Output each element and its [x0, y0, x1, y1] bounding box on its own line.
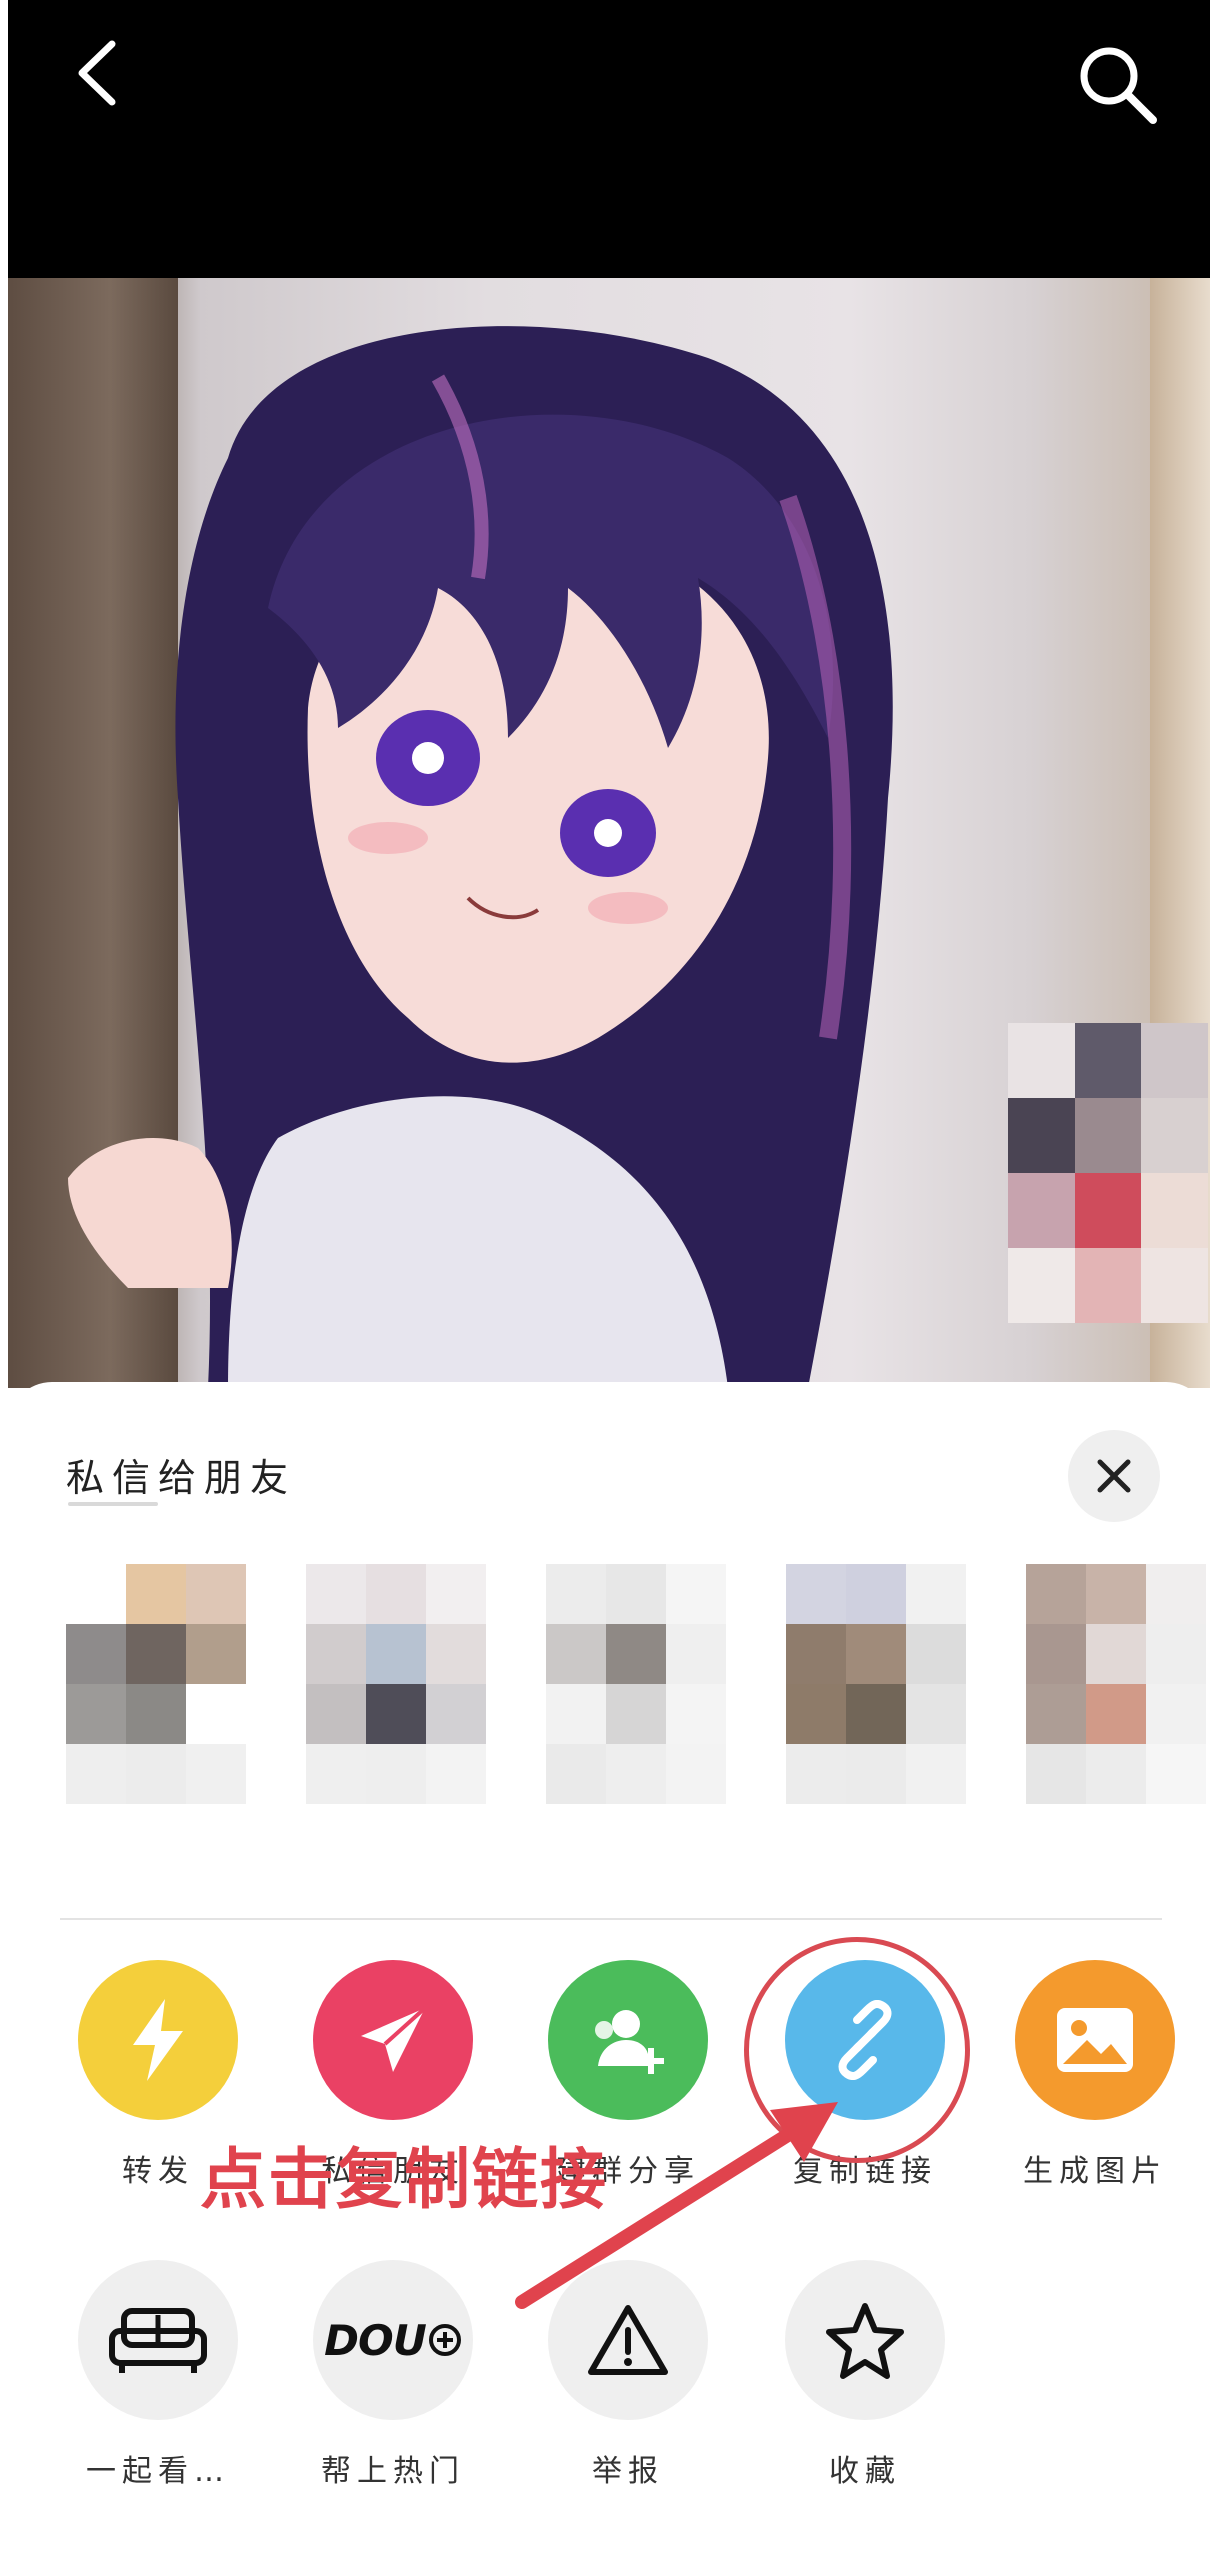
divider [60, 1918, 1162, 1920]
friend-avatar[interactable] [1026, 1564, 1206, 1804]
dou-plus-button[interactable]: DOU [313, 2260, 473, 2420]
friends-row [66, 1564, 1210, 1804]
friend-avatar[interactable] [66, 1564, 246, 1804]
dou-plus-icon: DOU [324, 2315, 427, 2365]
back-button[interactable] [68, 38, 128, 108]
action-label: 收藏 [829, 2454, 901, 2489]
action-label: 一起看… [86, 2454, 230, 2489]
action-generate-image[interactable]: 生成图片 [990, 1960, 1200, 2190]
send-icon [361, 2006, 427, 2072]
share-sheet: 私信给朋友 转发 私信朋友 建群分享 复制链接 生成图片 一起看… DOU 帮上… [8, 1382, 1210, 2560]
action-label: 帮上热门 [321, 2454, 465, 2489]
watch-together-button[interactable] [78, 2260, 238, 2420]
annotation-text: 点击复制链接 [200, 2141, 608, 2218]
action-watch-together[interactable]: 一起看… [53, 2260, 263, 2490]
plus-circle-icon [428, 2324, 461, 2356]
sofa-icon [109, 2308, 207, 2373]
lightning-icon [133, 1999, 183, 2081]
search-icon [1080, 47, 1157, 124]
action-label: 生成图片 [1023, 2154, 1167, 2189]
friend-avatar[interactable] [546, 1564, 726, 1804]
friend-avatar[interactable] [306, 1564, 486, 1804]
search-button[interactable] [1073, 40, 1163, 130]
friend-avatar[interactable] [786, 1564, 966, 1804]
action-dou-plus[interactable]: DOU 帮上热门 [288, 2260, 498, 2490]
title-underline [68, 1502, 158, 1506]
sheet-title: 私信给朋友 [66, 1456, 297, 1500]
forward-button[interactable] [78, 1960, 238, 2120]
image-icon [1057, 2008, 1133, 2072]
chevron-left-icon [78, 40, 116, 106]
post-image[interactable] [8, 278, 1210, 1388]
generate-image-button[interactable] [1015, 1960, 1175, 2120]
close-button[interactable] [1068, 1430, 1160, 1522]
close-icon [1097, 1459, 1131, 1493]
top-bar [8, 0, 1210, 280]
private-message-button[interactable] [313, 1960, 473, 2120]
action-label: 举报 [592, 2454, 664, 2489]
blurred-region [1008, 1023, 1208, 1323]
add-group-icon [595, 2010, 664, 2074]
